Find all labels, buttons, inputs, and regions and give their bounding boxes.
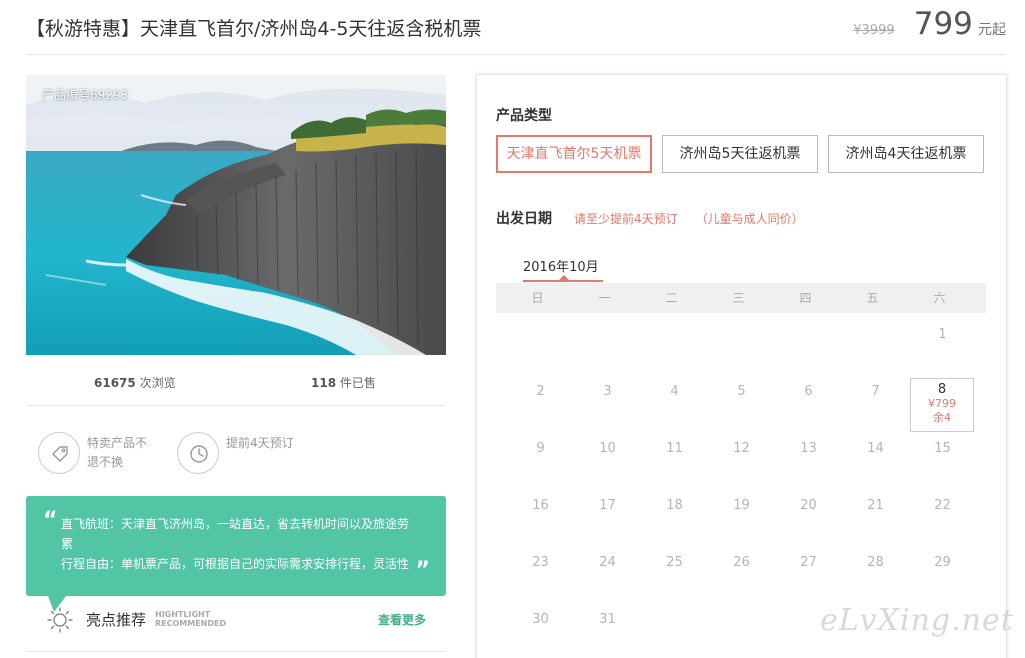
date-note: 请至少提前4天预订 （儿童与成人同价） xyxy=(574,210,822,227)
calendar-day: 26 xyxy=(733,555,750,570)
advance-note: 请至少提前4天预订 xyxy=(574,212,678,226)
views-label: 次浏览 xyxy=(135,376,176,390)
day-number: 8 xyxy=(937,382,947,397)
calendar-day-available[interactable]: 8 ¥799 余4 xyxy=(910,378,974,432)
type-option-seoul-5d[interactable]: 天津直飞首尔5天机票 xyxy=(496,135,652,173)
day-price: ¥799 xyxy=(928,397,956,410)
highlights-header: 亮点推荐 HIGHTLIGHT RECOMMENDED 查看更多 xyxy=(26,600,446,652)
calendar-day: 22 xyxy=(934,498,951,513)
feature-text: 提前4天预订 xyxy=(226,436,294,450)
product-type-label: 产品类型 xyxy=(496,108,552,124)
sun-icon xyxy=(47,607,73,633)
calendar-day: 5 xyxy=(737,384,746,399)
sold-label: 件已售 xyxy=(336,376,376,390)
clock-icon xyxy=(177,432,219,474)
calendar-day: 30 xyxy=(532,612,549,627)
calendar-day: 1 xyxy=(938,327,947,342)
product-stats: 61675 次浏览 118 件已售 xyxy=(26,362,446,406)
sold-stat: 118 件已售 xyxy=(311,374,376,391)
bubble-line: 行程自由：单机票产品，可根据自己的实际需求安排行程，灵活性 xyxy=(61,557,410,571)
weekday-header: 日 一 二 三 四 五 六 xyxy=(496,283,986,313)
views-stat: 61675 次浏览 xyxy=(94,374,176,391)
month-tab[interactable]: 2016年10月 xyxy=(523,256,599,275)
price-box: ¥3999 799 元起 xyxy=(853,6,1006,42)
calendar-day: 29 xyxy=(934,555,951,570)
page-header: 【秋游特惠】天津直飞首尔/济州岛4-5天往返含税机票 ¥3999 799 元起 xyxy=(26,0,1006,55)
highlights-title: 亮点推荐 xyxy=(86,611,147,629)
calendar-day: 25 xyxy=(666,555,683,570)
calendar-day: 4 xyxy=(670,384,679,399)
price-unit: 元起 xyxy=(978,22,1006,38)
calendar-day: 2 xyxy=(536,384,545,399)
calendar-day: 21 xyxy=(867,498,884,513)
calendar-day: 17 xyxy=(599,498,616,513)
sold-count: 118 xyxy=(311,376,337,390)
bubble-text: 直飞航班：天津直飞济州岛，一站直达，省去转机时间以及旅途劳累 行程自由：单机票产… xyxy=(61,514,416,574)
tag-icon xyxy=(38,432,80,474)
highlights-en-1: HIGHTLIGHT xyxy=(155,610,211,619)
view-more-link[interactable]: 查看更多 xyxy=(378,611,426,628)
weekday-sat: 六 xyxy=(933,291,946,305)
feature-text: 特卖产品不退不换 xyxy=(87,436,148,469)
weekday-wed: 三 xyxy=(732,291,745,305)
highlight-bubble: “ 直飞航班：天津直飞济州岛，一站直达，省去转机时间以及旅途劳累 行程自由：单机… xyxy=(26,496,446,596)
calendar-day: 14 xyxy=(867,441,884,456)
bubble-line: 直飞航班：天津直飞济州岛，一站直达，省去转机时间以及旅途劳累 xyxy=(61,517,410,551)
original-price: ¥3999 xyxy=(853,23,895,38)
booking-card: 产品类型 天津直飞首尔5天机票 济州岛5天往返机票 济州岛4天往返机票 出发日期… xyxy=(476,74,1007,658)
coastal-cliff-image xyxy=(26,75,446,355)
highlights-en-2: RECOMMENDED xyxy=(155,619,227,628)
quote-open-icon: “ xyxy=(43,508,58,533)
calendar-day: 13 xyxy=(800,441,817,456)
month-underline xyxy=(523,280,603,282)
calendar-day: 18 xyxy=(666,498,683,513)
product-features: 特卖产品不退不换 提前4天预订 xyxy=(26,426,446,486)
page-title: 【秋游特惠】天津直飞首尔/济州岛4-5天往返含税机票 xyxy=(26,18,482,40)
calendar-day: 31 xyxy=(599,612,616,627)
weekday-fri: 五 xyxy=(866,291,879,305)
day-stock: 余4 xyxy=(933,411,951,424)
product-id: 产品编号69293 xyxy=(42,88,129,102)
weekday-thu: 四 xyxy=(799,291,812,305)
calendar-day: 28 xyxy=(867,555,884,570)
current-price: 799 xyxy=(913,6,973,42)
views-count: 61675 xyxy=(94,376,136,390)
calendar-day: 24 xyxy=(599,555,616,570)
calendar-day: 23 xyxy=(532,555,549,570)
child-price-note: （儿童与成人同价） xyxy=(695,212,804,226)
weekday-sun: 日 xyxy=(531,291,544,305)
calendar-day: 3 xyxy=(603,384,612,399)
calendar-day: 20 xyxy=(800,498,817,513)
product-photo: 产品编号69293 xyxy=(26,75,446,355)
calendar-day: 16 xyxy=(532,498,549,513)
calendar-day: 11 xyxy=(666,441,683,456)
type-option-jeju-5d[interactable]: 济州岛5天往返机票 xyxy=(662,135,818,173)
calendar-day: 19 xyxy=(733,498,750,513)
type-option-jeju-4d[interactable]: 济州岛4天往返机票 xyxy=(828,135,984,173)
calendar-day: 9 xyxy=(536,441,545,456)
calendar-day: 6 xyxy=(804,384,813,399)
calendar-day: 27 xyxy=(800,555,817,570)
calendar-day: 7 xyxy=(871,384,880,399)
departure-date-label: 出发日期 xyxy=(496,211,552,227)
highlights-subtitle: HIGHTLIGHT RECOMMENDED xyxy=(155,610,226,628)
weekday-mon: 一 xyxy=(598,291,611,305)
weekday-tue: 二 xyxy=(665,291,678,305)
month-caret-icon xyxy=(559,275,569,280)
quote-close-icon: ” xyxy=(415,558,430,583)
calendar-day: 12 xyxy=(733,441,750,456)
calendar-day: 15 xyxy=(934,441,951,456)
calendar-day: 10 xyxy=(599,441,616,456)
